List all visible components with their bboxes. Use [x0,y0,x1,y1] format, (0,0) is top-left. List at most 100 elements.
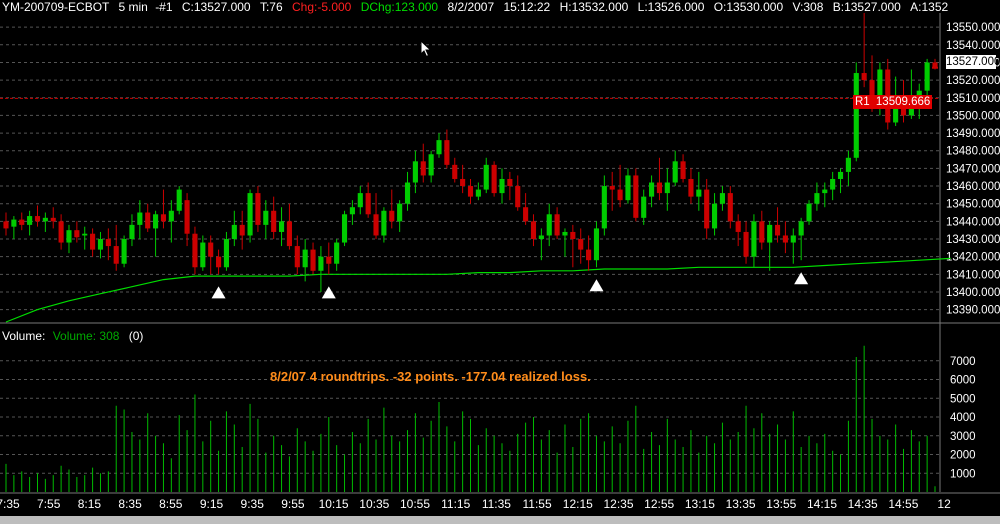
r1-pivot-label: R1 13509.666 [853,95,933,109]
candle-body [719,193,725,204]
price-tick-label: 13400.000 [946,287,1000,299]
candle-body [436,140,442,155]
candle-body [538,235,544,240]
time-axis-label: 9:15 [200,497,224,511]
volume-tick-label: 4000 [950,412,976,424]
candle-body [137,212,143,225]
candle-body [216,256,222,268]
candle-body [113,246,119,264]
chart-header: YM-200709-ECBOT 5 min -#1 C:13527.000 T:… [2,0,948,14]
header-instance: -#1 [155,0,173,14]
candle-body [90,233,96,250]
candle-body [751,221,757,257]
time-axis-label: 9:55 [281,497,305,511]
candle-body [334,242,340,264]
volume-tick-label: 3000 [950,431,976,443]
candle-body [664,182,670,194]
candle-body [546,214,552,236]
candle-body [153,214,159,229]
time-axis-label: 11:55 [523,497,552,511]
candle-body [507,178,513,187]
candle-body [239,224,245,236]
candle-body [3,221,9,229]
candle-body [97,239,104,250]
candle-body [617,189,623,201]
candle-body [271,210,277,232]
candle-body [42,217,48,222]
candle-body [404,182,411,204]
candle-body [523,207,529,222]
candle-body [570,231,576,240]
candle-body [924,62,930,91]
candle-body [420,161,426,176]
time-axis-label: 8:15 [78,497,102,511]
candle-body [357,193,363,208]
time-axis-label: 11:35 [482,497,511,511]
price-tick-label: 13390.000 [946,305,1000,317]
price-tick-label: 13490.000 [946,128,1000,140]
candle-body [641,196,647,218]
price-tick-label: 13460.000 [946,181,1000,193]
candle-body [491,164,497,194]
candle-body [727,193,733,222]
volume-tick-label: 6000 [950,375,976,387]
candle-body [767,224,773,243]
volume-tick-label: 5000 [950,393,976,405]
candle-body [121,239,127,264]
time-axis-label: 14:55 [888,497,918,511]
candle-body [908,108,914,116]
candle-body [231,224,237,240]
candle-body [806,203,812,222]
candle-body [200,242,206,268]
header-low: L:13526.000 [637,0,705,14]
buy-marker-triangle [589,279,604,292]
candle-body [397,203,403,222]
moving-average-line [5,257,951,323]
time-axis-label: 8:55 [159,497,183,511]
candle-body [34,216,41,222]
time-axis-label: 11:15 [441,497,470,511]
candle-body [389,210,395,222]
time-axis-label: 12 [937,497,951,511]
candle-body [318,256,324,271]
candle-body [586,249,592,261]
candle-body [11,219,17,227]
time-axis-label: 10:15 [319,497,349,511]
candle-body [798,221,804,236]
mouse-pointer-icon [420,40,432,58]
candle-body [656,182,663,194]
candle-body [578,239,584,250]
candle-body [263,210,269,225]
candle-body [326,256,332,264]
candle-body [475,189,481,197]
candle-body [302,249,308,268]
candle-body [633,175,639,218]
price-tick-label: 13550.000 [946,22,1000,34]
candle-body [19,219,25,225]
time-axis-label: 7:55 [37,497,61,511]
candle-body [530,221,537,240]
price-tick-label: 13470.000 [946,163,1000,175]
candle-body [74,230,80,238]
header-ticks: T:76 [259,0,283,14]
candle-body [365,193,371,215]
volume-series-label: Volume: 308 [52,329,120,343]
price-tick-label: 13450.000 [946,199,1000,211]
candle-body [444,140,450,165]
candle-body [861,73,867,81]
time-axis-label: 13:35 [726,497,756,511]
candle-body [208,242,214,257]
candle-body [649,182,655,197]
price-tick-label: 13500.000 [946,110,1000,122]
candle-body [735,221,741,232]
price-tick-label: 13540.000 [946,40,1000,52]
volume-label: Volume: [2,329,46,343]
time-axis-label: 12:35 [603,497,633,511]
candle-body [310,249,316,271]
header-open: O:13530.000 [713,0,784,14]
candle-body [412,161,418,183]
candle-body [515,186,521,208]
last-price-label: 13527.000 [946,55,1000,69]
candle-body [601,186,607,229]
candle-body [759,221,765,243]
